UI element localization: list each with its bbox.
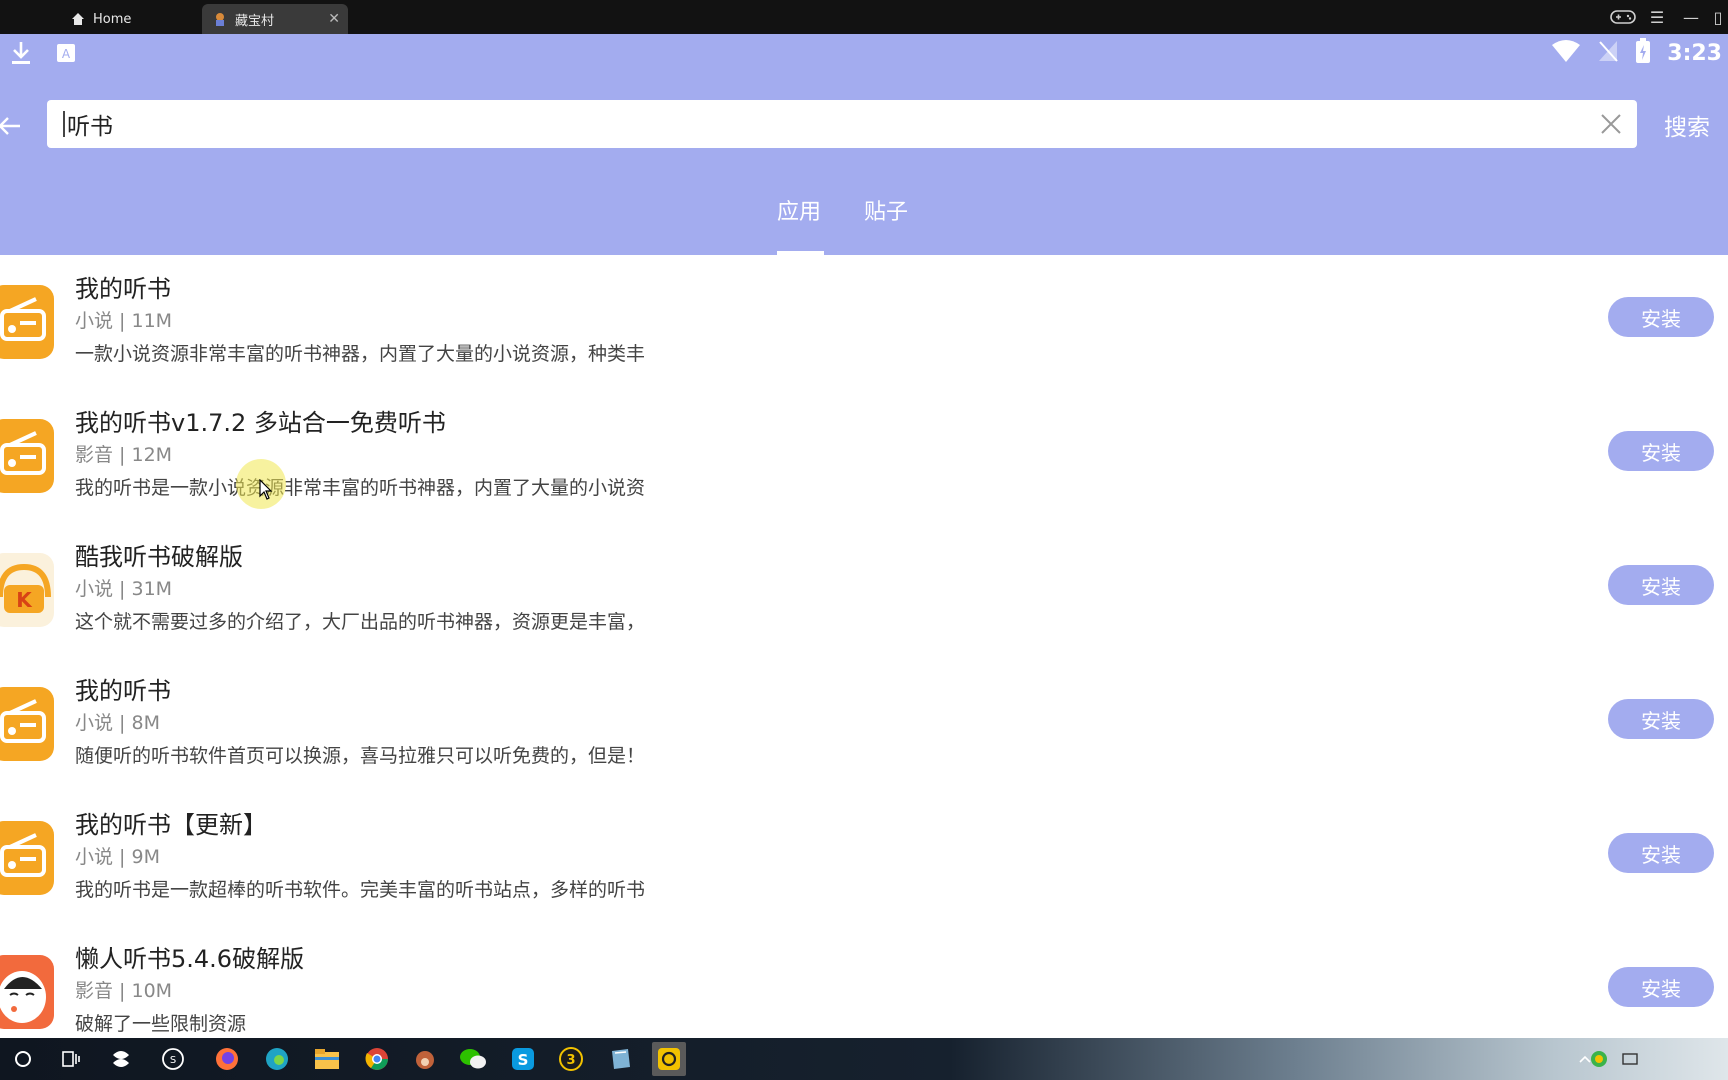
list-item[interactable]: 懒人听书5.4.6破解版 影音 | 10M 破解了一些限制资源 安装 [0, 925, 1728, 1038]
gamepad-icon[interactable] [1606, 0, 1640, 34]
app-title: 懒人听书5.4.6破解版 [75, 945, 305, 973]
wechat-icon[interactable] [458, 1044, 488, 1074]
svg-text:S: S [518, 1051, 529, 1069]
tab-app-store[interactable]: 藏宝村 ✕ [202, 4, 348, 34]
install-button[interactable]: 安装 [1608, 565, 1714, 605]
text-caret [63, 111, 65, 137]
tab-posts[interactable]: 贴子 [864, 194, 908, 226]
no-signal-icon [1597, 39, 1619, 67]
home-icon [70, 11, 86, 27]
app-3-icon[interactable]: 3 [556, 1044, 586, 1074]
app-description: 破解了一些限制资源 [75, 1013, 247, 1035]
app-title: 我的听书 [75, 275, 171, 303]
search-query: 听书 [67, 114, 113, 140]
svg-text:3: 3 [566, 1053, 575, 1068]
install-button[interactable]: 安装 [1608, 967, 1714, 1007]
app-meta: 小说 | 31M [75, 578, 173, 600]
install-button[interactable]: 安装 [1608, 431, 1714, 471]
search-button[interactable]: 搜索 [1664, 108, 1710, 142]
app-description: 我的听书是一款超棒的听书软件。完美丰富的听书站点，多样的听书 [75, 879, 646, 901]
radio-icon [0, 821, 54, 895]
app-header: A 3:23 听书 搜索 应用 贴子 [0, 34, 1728, 255]
tab-home[interactable]: Home [60, 4, 200, 34]
list-item[interactable]: K 酷我听书破解版 小说 | 31M 这个就不需要过多的介绍了，大厂出品的听书神… [0, 523, 1728, 657]
fox-app-icon[interactable] [410, 1044, 440, 1074]
skype-icon[interactable]: S [508, 1044, 538, 1074]
swirl-app-icon[interactable] [106, 1044, 136, 1074]
file-explorer-icon[interactable] [312, 1044, 342, 1074]
app-result-list: 我的听书 小说 | 11M 一款小说资源非常丰富的听书神器，内置了大量的小说资源… [0, 255, 1728, 1038]
firefox-icon[interactable] [212, 1044, 242, 1074]
app-favicon [212, 11, 228, 27]
radio-icon [0, 285, 54, 359]
search-input[interactable]: 听书 [47, 100, 1637, 148]
sogou-search-icon[interactable]: S [158, 1044, 188, 1074]
app-meta: 影音 | 12M [75, 444, 173, 466]
download-icon [10, 40, 32, 70]
tray-app-icon[interactable] [1584, 1044, 1614, 1074]
app-description: 我的听书是一款小说资源非常丰富的听书神器，内置了大量的小说资 [75, 477, 646, 499]
keyboard-a-icon: A [56, 43, 76, 67]
chrome-icon[interactable] [362, 1044, 392, 1074]
task-view-icon[interactable] [56, 1044, 86, 1074]
wifi-icon [1551, 39, 1581, 67]
app-description: 随便听的听书软件首页可以换源，喜马拉雅只可以听免费的，但是！ [75, 745, 646, 767]
list-item[interactable]: 我的听书 小说 | 8M 随便听的听书软件首页可以换源，喜马拉雅只可以听免费的，… [0, 657, 1728, 791]
radio-icon [0, 687, 54, 761]
emulator-taskbar-icon[interactable] [652, 1042, 686, 1076]
app-meta: 影音 | 10M [75, 980, 173, 1002]
kuwo-headphones-icon: K [0, 553, 54, 627]
app-meta: 小说 | 11M [75, 310, 173, 332]
maximize-icon[interactable]: ▯ [1708, 0, 1728, 34]
install-button[interactable]: 安装 [1608, 833, 1714, 873]
status-time: 3:23 [1667, 40, 1722, 66]
svg-text:K: K [16, 588, 33, 612]
lazy-face-icon [0, 955, 54, 1029]
emulator-title-bar: Home 藏宝村 ✕ ☰ — ▯ [0, 0, 1728, 34]
close-icon[interactable]: ✕ [328, 11, 340, 27]
menu-icon[interactable]: ☰ [1640, 0, 1674, 34]
app-title: 酷我听书破解版 [75, 543, 243, 571]
radio-icon [0, 419, 54, 493]
minimize-icon[interactable]: — [1674, 0, 1708, 34]
list-item[interactable]: 我的听书 小说 | 11M 一款小说资源非常丰富的听书神器，内置了大量的小说资源… [0, 255, 1728, 389]
tray-network-icon[interactable] [1616, 1044, 1646, 1074]
install-button[interactable]: 安装 [1608, 297, 1714, 337]
tab-apps[interactable]: 应用 [777, 194, 821, 226]
app-description: 这个就不需要过多的介绍了，大厂出品的听书神器，资源更是丰富， [75, 611, 646, 633]
edge-icon[interactable] [262, 1044, 292, 1074]
app-meta: 小说 | 9M [75, 846, 160, 868]
clear-search-icon[interactable] [1597, 110, 1625, 138]
app-title: 我的听书【更新】 [75, 811, 267, 839]
back-button[interactable] [0, 106, 24, 146]
windows-taskbar: S S 3 [0, 1038, 1728, 1080]
status-bar: A 3:23 [0, 34, 1728, 74]
install-button[interactable]: 安装 [1608, 699, 1714, 739]
app-title: 我的听书 [75, 677, 171, 705]
tab-app-store-label: 藏宝村 [235, 13, 275, 29]
mouse-pointer-icon [259, 478, 273, 505]
app-description: 一款小说资源非常丰富的听书神器，内置了大量的小说资源，种类丰 [75, 343, 646, 365]
app-meta: 小说 | 8M [75, 712, 160, 734]
notebook-app-icon[interactable] [606, 1044, 636, 1074]
battery-icon [1635, 38, 1651, 68]
result-tabs: 应用 贴子 [0, 194, 1728, 255]
svg-text:S: S [170, 1055, 176, 1066]
app-title: 我的听书v1.7.2 多站合一免费听书 [75, 409, 446, 437]
tab-home-label: Home [93, 11, 132, 27]
start-search-icon[interactable] [8, 1044, 38, 1074]
list-item[interactable]: 我的听书【更新】 小说 | 9M 我的听书是一款超棒的听书软件。完美丰富的听书站… [0, 791, 1728, 925]
svg-text:A: A [62, 47, 71, 61]
